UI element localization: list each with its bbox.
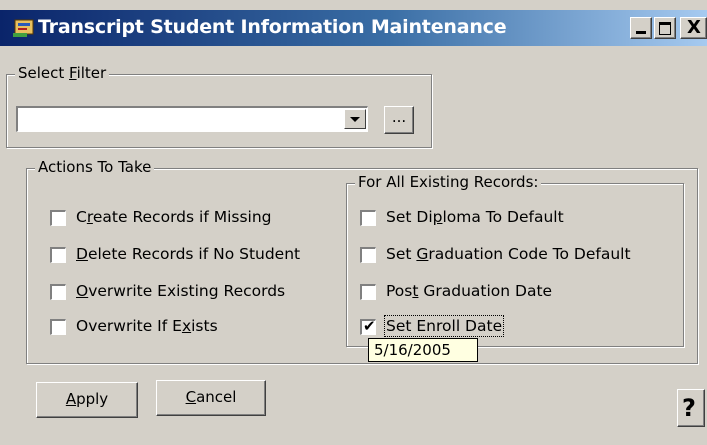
checkbox-box[interactable] xyxy=(360,247,376,263)
create-records-label: Create Records if Missing xyxy=(76,208,272,226)
transcript-app-icon xyxy=(13,19,34,37)
window-title: Transcript Student Information Maintenan… xyxy=(38,16,507,38)
filter-combobox[interactable] xyxy=(16,106,368,132)
overwrite-existing-label: Overwrite Existing Records xyxy=(76,282,286,300)
post-graduation-date-label: Post Graduation Date xyxy=(386,282,553,300)
checkbox-box[interactable] xyxy=(360,210,376,226)
set-diploma-label: Set Diploma To Default xyxy=(386,208,564,226)
apply-button[interactable]: Apply xyxy=(36,382,138,418)
delete-records-label: Delete Records if No Student xyxy=(76,245,301,263)
existing-records-legend: For All Existing Records: xyxy=(355,173,542,191)
actions-legend: Actions To Take xyxy=(35,158,155,176)
select-filter-legend: Select Filter xyxy=(15,64,110,82)
close-button[interactable]: X xyxy=(680,17,707,39)
help-button[interactable]: ? xyxy=(677,389,705,427)
apply-label: Apply xyxy=(65,390,109,408)
overwrite-if-exists-label: Overwrite If Exists xyxy=(76,317,218,335)
dialog-window: Transcript Student Information Maintenan… xyxy=(0,0,707,445)
check-mark-icon: ✔ xyxy=(363,317,376,335)
help-question-icon: ? xyxy=(682,394,696,422)
checkbox-box[interactable] xyxy=(50,284,66,300)
browse-ellipsis: ... xyxy=(391,108,407,126)
cancel-label: Cancel xyxy=(185,388,237,406)
set-enroll-date-label: Set Enroll Date xyxy=(383,315,505,337)
enroll-date-tooltip: 5/16/2005 xyxy=(368,338,478,362)
checkbox-box[interactable] xyxy=(360,284,376,300)
maximize-button[interactable] xyxy=(654,17,676,39)
title-bar[interactable]: Transcript Student Information Maintenan… xyxy=(0,10,707,46)
checkbox-box[interactable] xyxy=(50,319,66,335)
checkbox-box[interactable] xyxy=(50,210,66,226)
checkbox-box[interactable] xyxy=(50,247,66,263)
close-icon: X xyxy=(687,17,701,38)
chevron-down-icon[interactable] xyxy=(344,109,366,129)
set-graduation-code-label: Set Graduation Code To Default xyxy=(386,245,631,263)
filter-browse-button[interactable]: ... xyxy=(384,106,414,134)
minimize-button[interactable] xyxy=(630,17,652,39)
cancel-button[interactable]: Cancel xyxy=(156,380,266,416)
checkbox-box[interactable]: ✔ xyxy=(360,317,376,335)
